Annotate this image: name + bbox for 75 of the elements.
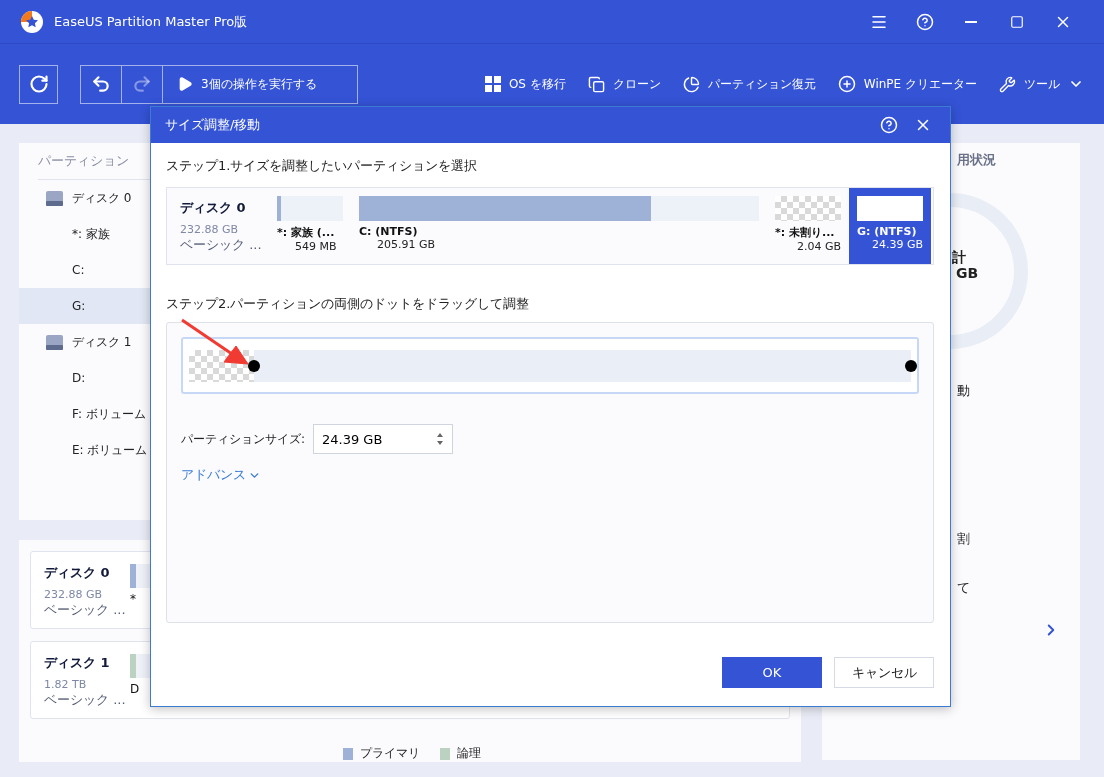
play-icon [177,76,193,92]
minimize-icon [965,20,977,23]
disk-type: ベーシック ... [44,691,127,709]
tree-item[interactable]: ディスク 1 [19,324,150,360]
panel-heading: 用状況 [957,151,997,169]
size-label: パーティションサイズ: [181,430,307,448]
disk-name: ディスク 0 [44,564,111,582]
ok-button[interactable]: OK [722,657,822,688]
partition-tile[interactable]: *: 未割り... 2.04 GB [775,188,841,264]
tree-item[interactable]: ディスク 0 [19,180,150,216]
disk-size: 232.88 GB [44,588,104,601]
cancel-button[interactable]: キャンセル [834,657,934,688]
tree-item[interactable]: C: [19,252,150,288]
partition-size: 205.91 GB [376,238,436,251]
disk-name: ディスク 0 [180,199,247,217]
tree-item[interactable]: D: [19,360,150,396]
partition-label: C: (NTFS) [359,225,419,238]
dialog-title: サイズ調整/移動 [165,116,262,134]
disk-size: 1.82 TB [44,678,88,691]
advanced-link[interactable]: アドバンス [181,466,261,484]
redo-icon [132,74,152,94]
refresh-icon [28,74,49,94]
toolbar-button[interactable]: WinPE クリエーター [837,75,977,93]
legend-label: プライマリ [343,745,420,762]
tree-item[interactable]: E: ボリューム [19,432,150,468]
help-icon [916,12,934,31]
panel-heading: パーティション [38,152,130,170]
help-icon [880,116,898,134]
plus-circle-icon [837,75,856,93]
windows-icon [484,76,501,92]
pointer-arrow [180,318,250,366]
maximize-icon [1010,14,1024,29]
spinner-icon [436,432,444,446]
disk-size: 232.88 GB [180,223,240,236]
toolbar-button[interactable]: ツール [999,75,1084,93]
pie-chart-icon [682,75,700,93]
partition-tile[interactable]: C: (NTFS) 205.91 GB [359,188,759,264]
tree-item[interactable]: *: 家族 [19,216,150,252]
resize-slider[interactable] [181,337,919,394]
partition-size: 2.04 GB [796,240,841,253]
unallocated-bar [775,196,841,221]
partition-tile[interactable]: G: (NTFS) 24.39 GB [849,188,931,264]
action-item[interactable]: 割 [957,530,1080,548]
action-item[interactable]: て [957,579,1080,597]
disk-type: ベーシック ... [180,236,263,254]
refresh-button[interactable] [19,64,58,104]
partition-size: 24.39 GB [871,238,923,251]
toolbar-button[interactable]: クローン [587,75,661,93]
copy-icon [587,75,605,93]
partition-bar [857,196,923,221]
size-field[interactable]: 24.39 GB [313,424,453,454]
partition-tile[interactable]: *: 家族 (... 549 MB [277,188,343,264]
tree-item[interactable]: F: ボリューム [19,396,150,432]
partition-label: * [130,592,137,606]
wrench-icon [999,75,1016,93]
legend-label: 論理 [440,745,481,762]
action-item[interactable]: 動 [957,382,1080,400]
tree-item[interactable]: G: [19,288,150,324]
toolbar-button[interactable]: OS を移行 [484,75,566,93]
partition-label: *: 家族 (... [277,225,336,240]
toolbar-button[interactable]: パーティション復元 [682,75,816,93]
window-title: EaseUS Partition Master Pro版 [54,12,249,31]
disk-type: ベーシック ... [44,601,127,619]
step-label: ステップ2.パーティションの両側のドットをドラッグして調整 [166,295,531,313]
step-label: ステップ1.サイズを調整したいパーティションを選択 [166,157,479,175]
disk-name: ディスク 1 [44,654,111,672]
logo-icon [20,9,44,34]
partition-label: G: (NTFS) [857,225,918,238]
donut-value: GB [956,265,979,281]
donut-chart-icon [950,193,1028,349]
partition-label: D [130,682,141,696]
donut-label: 計 [952,249,966,267]
undo-icon [91,74,111,94]
partition-size: 549 MB [294,240,337,253]
partition-label: *: 未割り... [775,225,836,240]
